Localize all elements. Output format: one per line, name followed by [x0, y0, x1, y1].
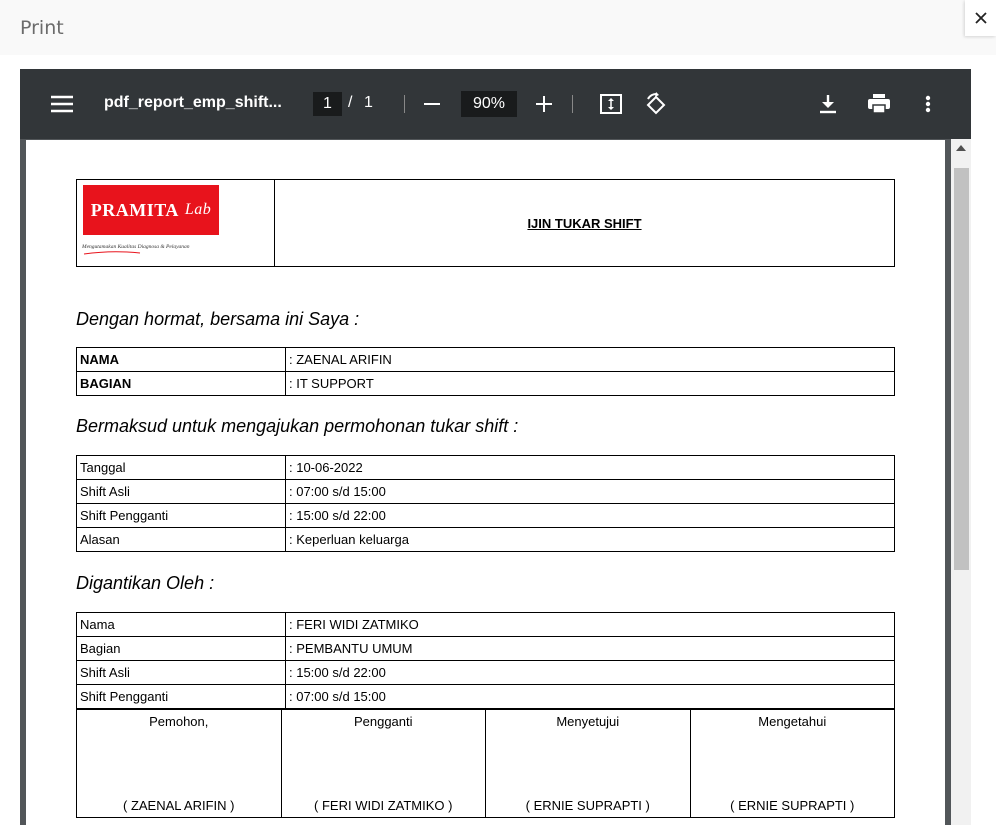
rotate-button[interactable]: [643, 92, 669, 116]
document-title: pdf_report_emp_shift...: [104, 94, 282, 111]
print-icon: [868, 94, 890, 114]
print-button[interactable]: [866, 92, 892, 116]
table-row: Shift Pengganti : 07:00 s/d 15:00: [76, 684, 895, 709]
request-label: Shift Asli: [76, 479, 286, 504]
minus-icon: [424, 96, 440, 112]
signature-cell: Pengganti ( FERI WIDI ZATMIKO ): [280, 709, 486, 818]
form-title: IJIN TUKAR SHIFT: [274, 179, 895, 267]
table-row: BAGIAN : IT SUPPORT: [76, 371, 895, 396]
pdf-page: PRAMITA Lab Mengutamakan Kualitas Diagnos…: [26, 140, 945, 825]
replacement-table: Nama : FERI WIDI ZATMIKO Bagian : PEMBAN…: [76, 612, 895, 709]
request-label: Tanggal: [76, 455, 286, 480]
intro-text: Dengan hormat, bersama ini Saya :: [76, 309, 360, 329]
table-row: NAMA : ZAENAL ARIFIN: [76, 347, 895, 372]
signature-cell: Pemohon, ( ZAENAL ARIFIN ): [76, 709, 282, 818]
applicant-value: : IT SUPPORT: [285, 371, 895, 396]
table-row: Tanggal : 10-06-2022: [76, 455, 895, 480]
request-table: Tanggal : 10-06-2022 Shift Asli : 07:00 …: [76, 455, 895, 552]
close-icon: [974, 12, 987, 24]
rotate-icon: [644, 92, 668, 116]
toolbar-divider: [404, 95, 405, 113]
signature-role: Mengetahui: [758, 714, 827, 729]
replacement-value: : 15:00 s/d 22:00: [285, 660, 895, 685]
signature-name: ( ZAENAL ARIFIN ): [123, 798, 235, 813]
signature-role: Pemohon,: [149, 714, 209, 729]
scroll-up-arrow-icon[interactable]: [956, 145, 966, 151]
pdf-toolbar: pdf_report_emp_shift... 1 / 1 90%: [20, 69, 971, 139]
pdf-viewer: pdf_report_emp_shift... 1 / 1 90% PRAMIT…: [20, 69, 971, 825]
logo-brand-script: Lab: [184, 201, 212, 218]
signature-table: Pemohon, ( ZAENAL ARIFIN ) Pengganti ( F…: [76, 709, 895, 818]
page-number-input[interactable]: 1: [313, 92, 342, 116]
replacement-value: : PEMBANTU UMUM: [285, 636, 895, 661]
replacement-label: Shift Pengganti: [76, 684, 286, 709]
logo-swoosh-icon: [82, 250, 142, 256]
logo-cell: PRAMITA Lab Mengutamakan Kualitas Diagnos…: [76, 179, 275, 267]
table-row: Shift Asli : 07:00 s/d 15:00: [76, 479, 895, 504]
vertical-scrollbar[interactable]: [951, 139, 971, 825]
request-value: : 07:00 s/d 15:00: [285, 479, 895, 504]
toolbar-divider: [572, 95, 573, 113]
page-area: PRAMITA Lab Mengutamakan Kualitas Diagnos…: [20, 139, 971, 825]
replacement-label: Nama: [76, 612, 286, 637]
menu-button[interactable]: [50, 92, 74, 116]
download-button[interactable]: [817, 92, 839, 116]
total-pages: 1: [364, 94, 373, 111]
fit-page-button[interactable]: [599, 93, 623, 115]
applicant-label: NAMA: [76, 347, 286, 372]
plus-icon: [536, 96, 552, 112]
signature-name: ( FERI WIDI ZATMIKO ): [314, 798, 453, 813]
signature-role: Menyetujui: [556, 714, 620, 729]
close-button[interactable]: [965, 0, 996, 36]
fit-page-icon: [600, 94, 622, 114]
zoom-level-input[interactable]: 90%: [461, 91, 517, 117]
page-separator: /: [348, 94, 353, 111]
applicant-table: NAMA : ZAENAL ARIFIN BAGIAN : IT SUPPORT: [76, 347, 895, 396]
download-icon: [819, 94, 837, 114]
applicant-value: : ZAENAL ARIFIN: [285, 347, 895, 372]
request-label: Alasan: [76, 527, 286, 552]
request-value: : 15:00 s/d 22:00: [285, 503, 895, 528]
signature-row: Pemohon, ( ZAENAL ARIFIN ) Pengganti ( F…: [76, 709, 895, 818]
table-row: Shift Pengganti : 15:00 s/d 22:00: [76, 503, 895, 528]
replacement-value: : 07:00 s/d 15:00: [285, 684, 895, 709]
replacement-label: Shift Asli: [76, 660, 286, 685]
logo-brand: PRAMITA: [90, 199, 179, 220]
applicant-label: BAGIAN: [76, 371, 286, 396]
request-heading: Bermaksud untuk mengajukan permohonan tu…: [76, 416, 519, 436]
scrollbar-thumb[interactable]: [954, 168, 969, 570]
signature-cell: Menyetujui ( ERNIE SUPRAPTI ): [485, 709, 691, 818]
request-label: Shift Pengganti: [76, 503, 286, 528]
signature-name: ( ERNIE SUPRAPTI ): [730, 798, 855, 813]
zoom-out-button[interactable]: [421, 93, 443, 115]
table-row: Alasan : Keperluan keluarga: [76, 527, 895, 552]
more-vert-icon: [925, 95, 931, 113]
menu-icon: [51, 95, 73, 113]
replacement-value: : FERI WIDI ZATMIKO: [285, 612, 895, 637]
more-options-button[interactable]: [918, 92, 938, 116]
table-row: Shift Asli : 15:00 s/d 22:00: [76, 660, 895, 685]
dialog-title: Print: [20, 17, 64, 39]
replacement-label: Bagian: [76, 636, 286, 661]
request-value: : 10-06-2022: [285, 455, 895, 480]
company-logo: PRAMITA Lab: [83, 185, 219, 235]
table-row: Nama : FERI WIDI ZATMIKO: [76, 612, 895, 637]
signature-name: ( ERNIE SUPRAPTI ): [525, 798, 650, 813]
signature-cell: Mengetahui ( ERNIE SUPRAPTI ): [689, 709, 895, 818]
request-value: : Keperluan keluarga: [285, 527, 895, 552]
signature-role: Pengganti: [353, 714, 413, 729]
replacement-heading: Digantikan Oleh :: [76, 573, 215, 593]
print-dialog-header: Print: [0, 0, 996, 55]
document-header: PRAMITA Lab Mengutamakan Kualitas Diagnos…: [76, 179, 895, 267]
zoom-in-button[interactable]: [533, 93, 555, 115]
table-row: Bagian : PEMBANTU UMUM: [76, 636, 895, 661]
